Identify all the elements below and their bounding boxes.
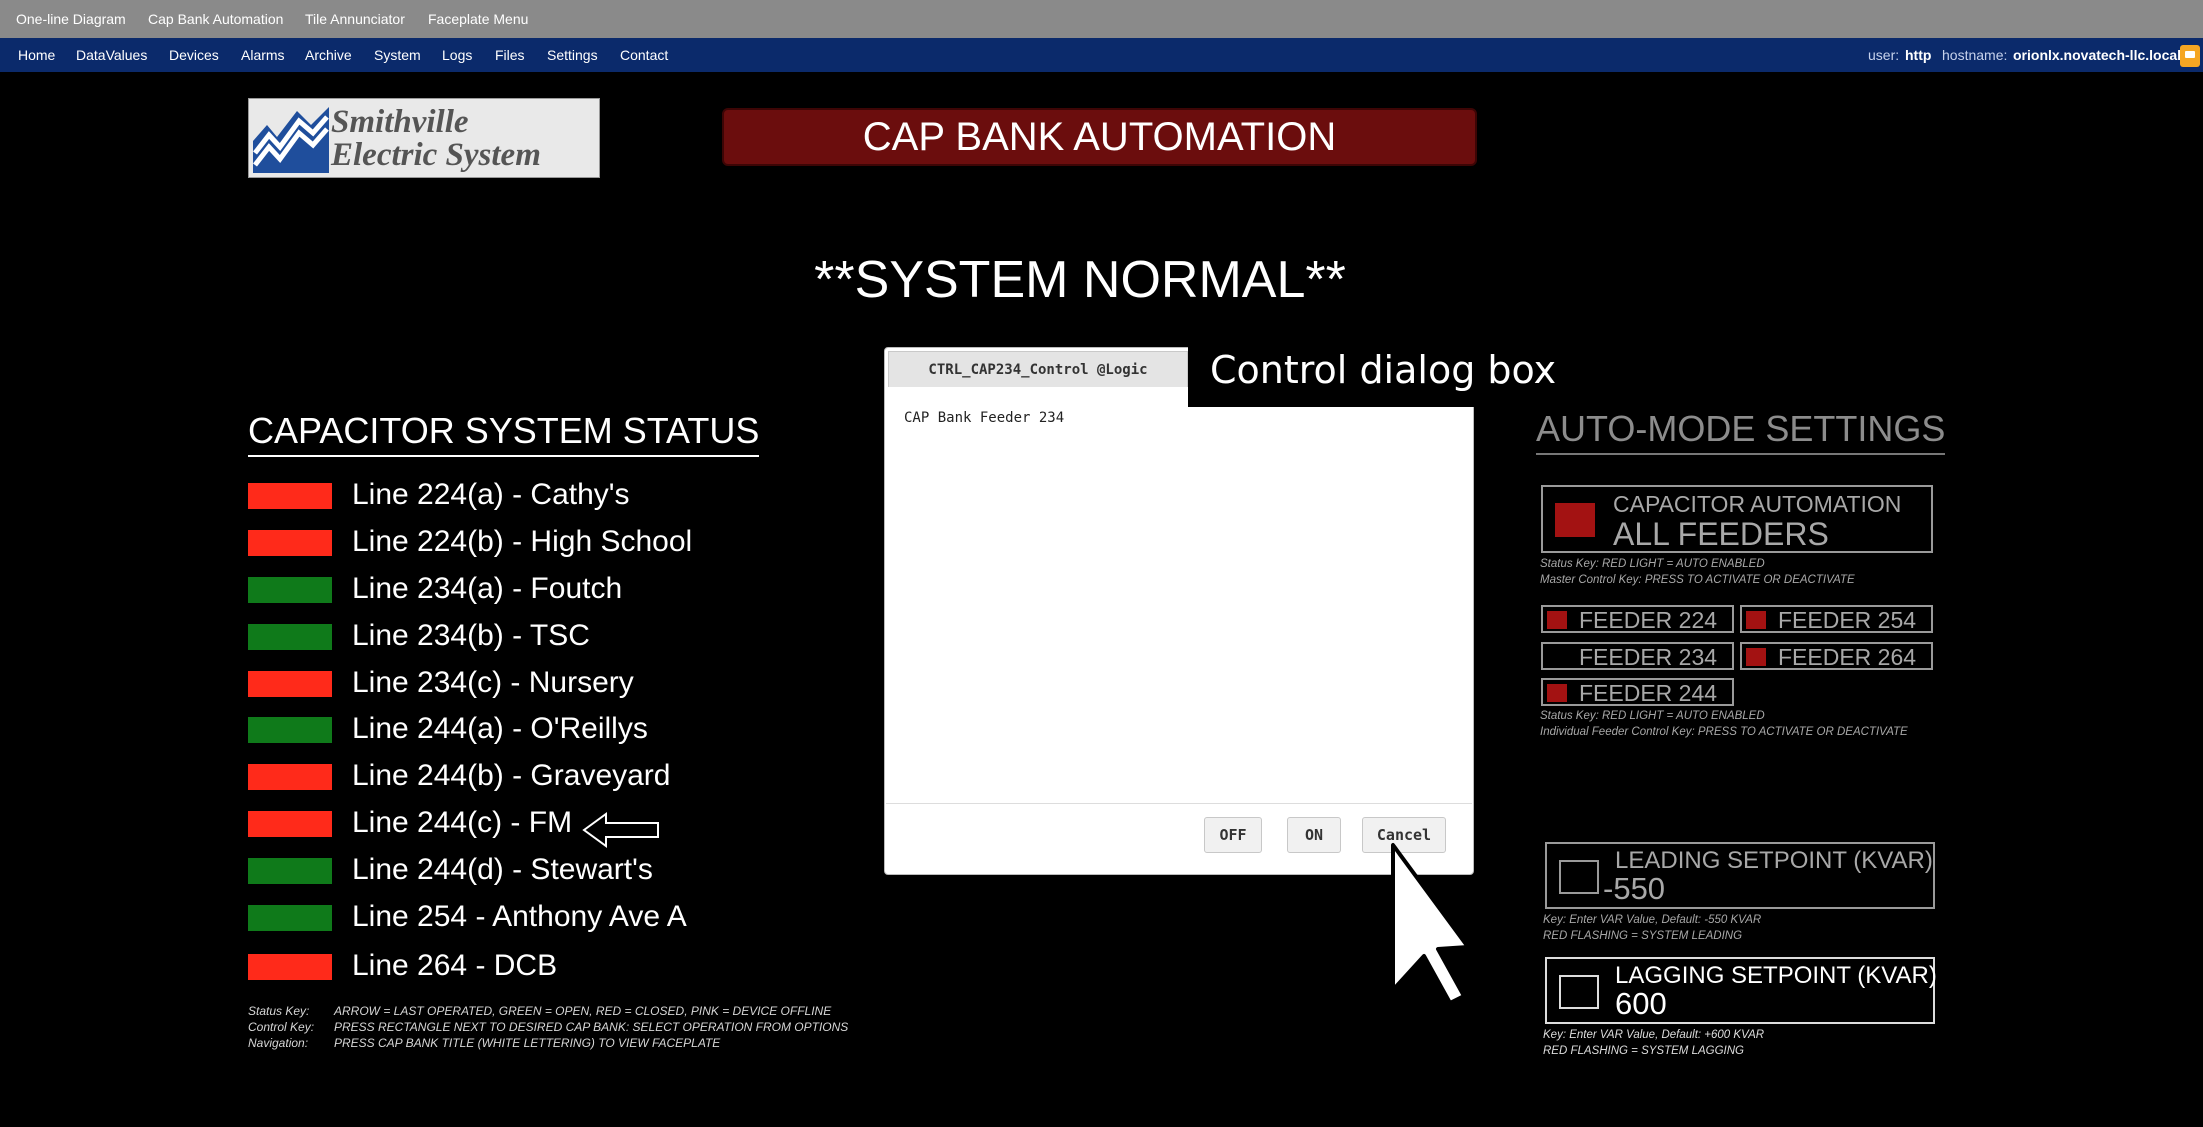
all-feeders-line2: ALL FEEDERS	[1613, 516, 1829, 552]
dialog-footer-divider	[886, 803, 1472, 804]
feeder-status-light	[1746, 611, 1766, 629]
leading-setpoint-key: Key: Enter VAR Value, Default: -550 KVAR	[1543, 914, 1762, 926]
capacitor-status-title: CAPACITOR SYSTEM STATUS	[248, 410, 760, 457]
main-nav-bar: Home DataValues Devices Alarms Archive S…	[0, 38, 2203, 72]
all-feeders-status-key: Status Key: RED LIGHT = AUTO ENABLED	[1540, 558, 1765, 570]
all-feeders-line1: CAPACITOR AUTOMATION	[1613, 491, 1902, 517]
feeder-label: FEEDER 244	[1579, 680, 1718, 706]
feeder-label: FEEDER 234	[1579, 644, 1718, 670]
system-status-message: **SYSTEM NORMAL**	[814, 251, 1346, 309]
control-dialog-callout: Control dialog box	[1188, 341, 1580, 407]
dialog-tab-title[interactable]: CTRL_CAP234_Control @Logic	[888, 351, 1188, 387]
logo-graph-icon	[253, 107, 329, 173]
feeder-status-light	[1547, 611, 1567, 629]
hostname-value: orionlx.novatech-llc.local	[2013, 47, 2182, 63]
capacitor-line-label[interactable]: Line 234(c) - Nursery	[352, 666, 634, 700]
capacitor-control-rectangle[interactable]	[248, 764, 332, 790]
capacitor-line-label[interactable]: Line 244(c) - FM	[352, 806, 572, 840]
nav-logs[interactable]: Logs	[442, 47, 472, 63]
lagging-setpoint-key: Key: Enter VAR Value, Default: +600 KVAR	[1543, 1029, 1765, 1041]
feeder-button[interactable]: FEEDER 224	[1541, 605, 1734, 633]
feeder-button[interactable]: FEEDER 234	[1541, 642, 1734, 670]
nav-datavalues[interactable]: DataValues	[76, 47, 147, 63]
page-banner-title: CAP BANK AUTOMATION	[722, 108, 1477, 166]
capacitor-line-label[interactable]: Line 244(a) - O'Reillys	[352, 712, 648, 746]
capacitor-line-label[interactable]: Line 264 - DCB	[352, 949, 557, 983]
feeder-button[interactable]: FEEDER 244	[1541, 678, 1734, 706]
capacitor-line-label[interactable]: Line 234(a) - Foutch	[352, 572, 622, 606]
all-feeders-control-key: Master Control Key: PRESS TO ACTIVATE OR…	[1540, 574, 1855, 586]
capacitor-control-rectangle[interactable]	[248, 624, 332, 650]
capacitor-control-rectangle[interactable]	[248, 483, 332, 509]
leading-setpoint-box[interactable]: LEADING SETPOINT (KVAR) -550	[1545, 842, 1935, 909]
menu-one-line-diagram[interactable]: One-line Diagram	[16, 11, 126, 27]
capacitor-line-label[interactable]: Line 244(b) - Graveyard	[352, 759, 671, 793]
control-key-text: PRESS RECTANGLE NEXT TO DESIRED CAP BANK…	[334, 1020, 849, 1034]
capacitor-line-label[interactable]: Line 234(b) - TSC	[352, 619, 590, 653]
nav-devices[interactable]: Devices	[169, 47, 219, 63]
user-label: user:	[1868, 47, 1900, 63]
menu-faceplate-menu[interactable]: Faceplate Menu	[428, 11, 528, 27]
nav-contact[interactable]: Contact	[620, 47, 668, 63]
feeder-label: FEEDER 224	[1579, 607, 1718, 633]
feeder-label: FEEDER 254	[1778, 607, 1917, 633]
nav-system[interactable]: System	[374, 47, 421, 63]
feeder-button[interactable]: FEEDER 264	[1740, 642, 1933, 670]
auto-mode-title: AUTO-MODE SETTINGS	[1536, 408, 1946, 455]
capacitor-control-rectangle[interactable]	[248, 530, 332, 556]
capacitor-control-rectangle[interactable]	[248, 858, 332, 884]
lagging-setpoint-box[interactable]: LAGGING SETPOINT (KVAR) 600	[1545, 957, 1937, 1024]
last-operated-arrow-icon	[582, 812, 659, 848]
leading-setpoint-value[interactable]: -550	[1603, 871, 1665, 907]
logo-text-line1: Smithville	[331, 104, 469, 140]
lagging-setpoint-indicator	[1559, 975, 1599, 1009]
logo-text-line2: Electric System	[331, 137, 541, 173]
capacitor-control-rectangle[interactable]	[248, 905, 332, 931]
capacitor-control-rectangle[interactable]	[248, 717, 332, 743]
lock-icon[interactable]	[2180, 45, 2200, 67]
leading-setpoint-indicator	[1559, 860, 1599, 894]
hostname-label: hostname:	[1942, 47, 2008, 63]
mouse-pointer-icon	[1391, 843, 1470, 1005]
capacitor-control-rectangle[interactable]	[248, 671, 332, 697]
user-value: http	[1905, 47, 1932, 63]
status-key-label: Status Key:	[248, 1004, 310, 1018]
menu-cap-bank-automation[interactable]: Cap Bank Automation	[148, 11, 283, 27]
capacitor-status-keys: Status Key: ARROW = LAST OPERATED, GREEN …	[248, 1003, 848, 1051]
dialog-on-button[interactable]: ON	[1287, 817, 1341, 853]
feeder-status-light	[1547, 684, 1567, 702]
navigation-key-label: Navigation:	[248, 1036, 309, 1050]
nav-archive[interactable]: Archive	[305, 47, 352, 63]
capacitor-control-rectangle[interactable]	[248, 811, 332, 837]
control-dialog	[884, 347, 1474, 875]
nav-home[interactable]: Home	[18, 47, 55, 63]
navigation-key-text: PRESS CAP BANK TITLE (WHITE LETTERING) T…	[334, 1036, 721, 1050]
all-feeders-status-light	[1555, 503, 1595, 537]
company-logo: Smithville Electric System	[248, 98, 600, 178]
nav-settings[interactable]: Settings	[547, 47, 598, 63]
dialog-body-text: CAP Bank Feeder 234	[904, 410, 1065, 426]
capacitor-line-label[interactable]: Line 254 - Anthony Ave A	[352, 900, 687, 934]
lagging-setpoint-value[interactable]: 600	[1615, 986, 1667, 1022]
status-key-text: ARROW = LAST OPERATED, GREEN = OPEN, RED…	[334, 1004, 832, 1018]
control-key-label: Control Key:	[248, 1020, 315, 1034]
capacitor-line-label[interactable]: Line 224(a) - Cathy's	[352, 478, 630, 512]
all-feeders-automation-button[interactable]: CAPACITOR AUTOMATION ALL FEEDERS	[1541, 485, 1933, 553]
capacitor-control-rectangle[interactable]	[248, 954, 332, 980]
feeder-status-light	[1746, 648, 1766, 666]
feeder-control-key: Individual Feeder Control Key: PRESS TO …	[1540, 726, 1908, 738]
nav-files[interactable]: Files	[495, 47, 525, 63]
capacitor-line-label[interactable]: Line 244(d) - Stewart's	[352, 853, 653, 887]
nav-alarms[interactable]: Alarms	[241, 47, 285, 63]
feeder-status-key: Status Key: RED LIGHT = AUTO ENABLED	[1540, 710, 1765, 722]
menu-tile-annunciator[interactable]: Tile Annunciator	[305, 11, 405, 27]
lagging-setpoint-flash-key: RED FLASHING = SYSTEM LAGGING	[1543, 1045, 1744, 1057]
capacitor-line-label[interactable]: Line 224(b) - High School	[352, 525, 692, 559]
feeder-button[interactable]: FEEDER 254	[1740, 605, 1933, 633]
top-menu-bar: One-line Diagram Cap Bank Automation Til…	[0, 0, 2203, 38]
feeder-label: FEEDER 264	[1778, 644, 1917, 670]
leading-setpoint-flash-key: RED FLASHING = SYSTEM LEADING	[1543, 930, 1743, 942]
dialog-off-button[interactable]: OFF	[1204, 817, 1262, 853]
capacitor-control-rectangle[interactable]	[248, 577, 332, 603]
